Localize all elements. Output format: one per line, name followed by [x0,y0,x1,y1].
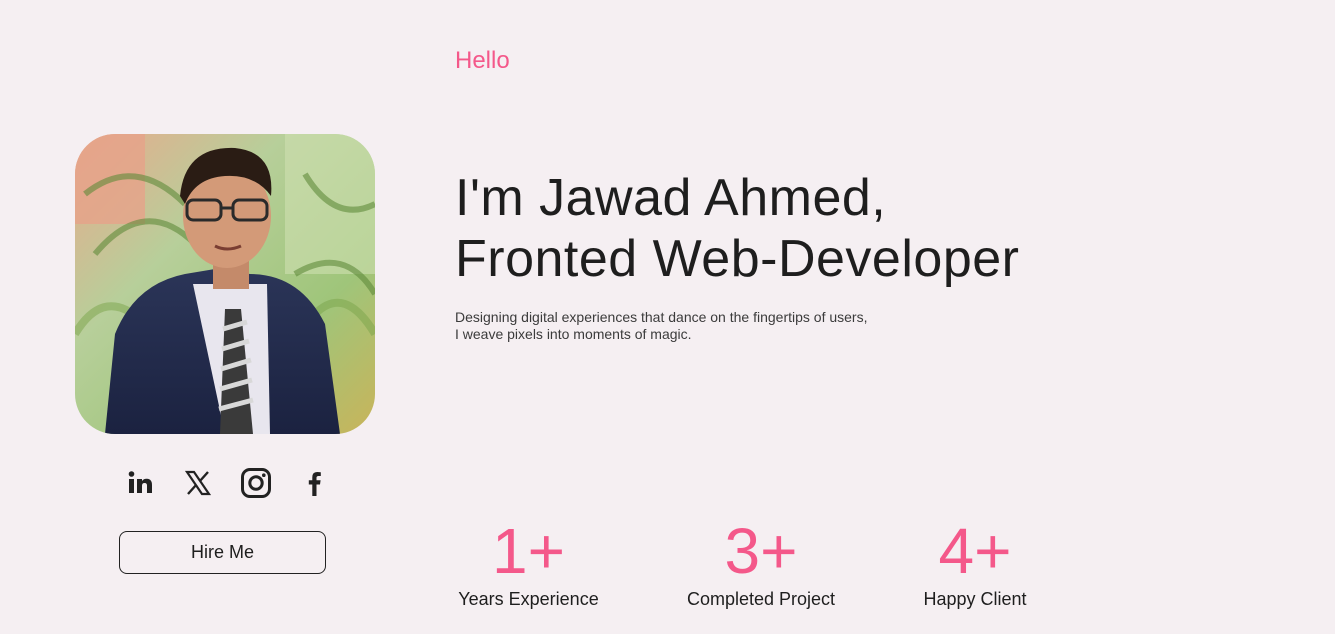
headline: I'm Jawad Ahmed, Fronted Web-Developer [455,168,1019,290]
stat-label: Completed Project [686,589,836,609]
tagline-line-1: Designing digital experiences that dance… [455,309,868,325]
stat-value: 4+ [938,515,1012,587]
x-twitter-icon[interactable] [180,465,216,501]
headline-line-2: Fronted Web-Developer [455,230,1020,288]
portfolio-hero: Hello Hire Me I'm Jawad Ahmed, Fronted W… [0,0,1335,634]
tagline-line-2: I weave pixels into moments of magic. [455,326,692,342]
stat-happy-client: 4+ Happy Client [920,515,1030,611]
profile-photo-illustration [75,134,375,434]
instagram-icon[interactable] [238,465,274,501]
stat-label: Years Experience [458,589,599,609]
greeting-text: Hello [455,47,510,74]
tagline: Designing digital experiences that dance… [455,309,867,343]
facebook-icon[interactable] [296,465,332,501]
stat-completed-project: 3+ Completed Project [682,515,840,611]
profile-photo [75,134,375,434]
linkedin-icon[interactable] [122,465,158,501]
social-links [122,464,332,502]
stat-value: 3+ [724,515,798,587]
stat-label: Happy Client [923,589,1027,609]
headline-line-1: I'm Jawad Ahmed, [455,169,887,227]
stat-years-experience: 1+ Years Experience [455,515,602,611]
hire-me-button[interactable]: Hire Me [119,531,326,574]
stat-value: 1+ [492,515,565,587]
